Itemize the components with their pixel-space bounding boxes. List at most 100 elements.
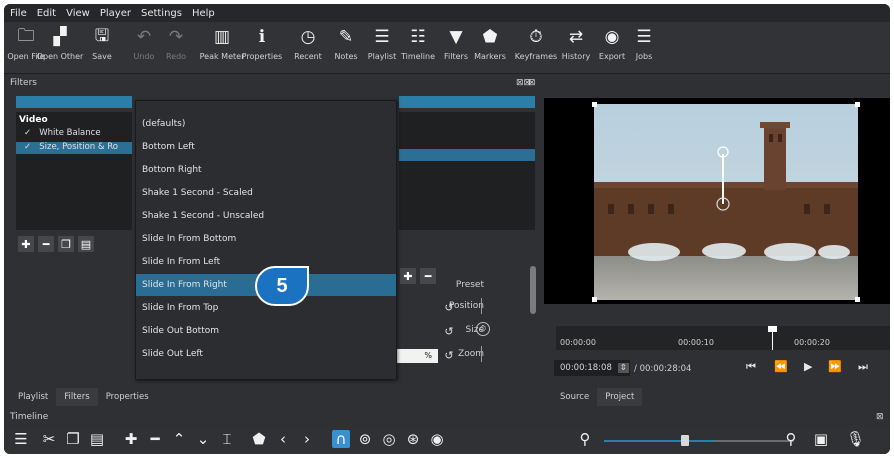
notes-icon: ✎ [338, 27, 354, 47]
resize-handle[interactable] [592, 102, 597, 107]
preview-float-icon[interactable]: ⊠ [528, 78, 536, 88]
copy-icon[interactable]: ❐ [64, 430, 82, 448]
preset-option[interactable]: Shake 1 Second - Unscaled [136, 205, 396, 227]
paste-filter-button[interactable]: ▤ [78, 236, 94, 252]
menu-edit[interactable]: Edit [37, 8, 56, 19]
zoom-in-icon[interactable]: ⚲ [782, 430, 800, 448]
menu-view[interactable]: View [66, 8, 90, 19]
player-ruler[interactable]: 00:00:00 00:00:10 00:00:20 [556, 326, 890, 350]
current-timecode-field[interactable]: 00:00:18:08 ⇕ [554, 360, 630, 376]
timeline-menu-icon[interactable]: ☰ [12, 430, 30, 448]
timeline-float-icon[interactable]: ⊠ [876, 412, 884, 422]
folder-icon: 🗀 [17, 25, 35, 46]
remove-filter-button[interactable]: ━ [38, 236, 54, 252]
clock-icon: ◷ [300, 27, 316, 47]
marker-icon[interactable]: ⬟ [250, 430, 268, 448]
resize-handle[interactable] [855, 297, 860, 302]
preset-option[interactable]: Slide Out Left [136, 343, 396, 365]
append-icon[interactable]: ✚ [122, 430, 140, 448]
left-panel-tabs: Playlist Filters Properties [10, 388, 157, 406]
jobs-icon: ☰ [636, 27, 652, 47]
snap-magnet-icon[interactable]: ∩ [332, 430, 350, 448]
tab-project[interactable]: Project [597, 388, 643, 406]
lift-icon[interactable]: ⌃ [170, 430, 188, 448]
reset-zoom-icon[interactable]: ↺ [442, 348, 456, 362]
menu-settings[interactable]: Settings [141, 8, 182, 19]
filter-row-white-balance[interactable]: ✓ White Balance [16, 128, 132, 140]
reset-position-icon[interactable]: ↺ [442, 300, 456, 314]
resize-handle[interactable] [592, 297, 597, 302]
reset-size-icon[interactable]: ↺ [442, 324, 456, 338]
paste-icon[interactable]: ▤ [88, 430, 106, 448]
resize-handle[interactable] [855, 102, 860, 107]
preset-option[interactable]: Bottom Right [136, 159, 396, 181]
ruler-tick-label: 00:00:20 [794, 338, 830, 347]
zoom-input[interactable]: % [396, 349, 438, 363]
record-audio-icon[interactable]: 🎙 [846, 430, 865, 448]
check-icon[interactable]: ✓ [24, 128, 31, 138]
tab-filters[interactable]: Filters [56, 388, 98, 406]
copy-filter-button[interactable]: ❐ [58, 236, 74, 252]
undo-icon: ↶ [136, 27, 152, 47]
preset-dropdown[interactable]: (defaults) Bottom Left Bottom Right Shake 1… [135, 100, 397, 380]
play-icon[interactable]: ▶ [804, 360, 812, 373]
filter-row-size-position[interactable]: ✓ Size, Position & Ro [16, 142, 132, 154]
right-panel-tabs: Source Project [552, 388, 643, 406]
toolbar-label: History [561, 52, 591, 61]
skip-next-icon[interactable]: ⏭ [858, 360, 868, 374]
preset-option[interactable]: Slide In From Bottom [136, 228, 396, 250]
toolbar-label: Properties [241, 52, 283, 61]
delete-preset-button[interactable]: ━ [420, 268, 436, 284]
toolbar-jobs-button[interactable]: ☰ Jobs [622, 22, 666, 74]
preset-option[interactable]: Bottom Left [136, 136, 396, 158]
tab-playlist[interactable]: Playlist [10, 388, 56, 406]
preset-option[interactable]: Slide Out Bottom [136, 320, 396, 342]
preset-option[interactable]: Shake 1 Second - Scaled [136, 182, 396, 204]
preset-option[interactable]: (defaults) [136, 113, 396, 135]
ripple-all-icon[interactable]: ⊛ [404, 430, 422, 448]
previous-marker-icon[interactable]: ‹ [274, 430, 292, 448]
remove-icon[interactable]: ━ [146, 430, 164, 448]
toolbar-label: Filters [444, 52, 468, 61]
next-marker-icon[interactable]: › [298, 430, 316, 448]
menu-file[interactable]: File [10, 8, 27, 19]
cut-icon[interactable]: ✂ [40, 430, 58, 448]
toolbar-properties-button[interactable]: ℹ Properties [240, 22, 284, 74]
toolbar-save-button[interactable]: 🖫 Save [80, 22, 124, 74]
zoom-out-icon[interactable]: ⚲ [576, 430, 594, 448]
toolbar-markers-button[interactable]: ⬟ Markers [468, 22, 512, 74]
toolbar-peak-meter-button[interactable]: ▥ Peak Meter [200, 22, 245, 74]
rewind-icon[interactable]: ⏪ [774, 360, 788, 373]
ripple-markers-icon[interactable]: ◉ [428, 430, 446, 448]
add-filter-button[interactable]: ✚ [18, 236, 34, 252]
tab-properties[interactable]: Properties [98, 388, 157, 406]
tab-source[interactable]: Source [552, 388, 597, 406]
ruler-tick-label: 00:00:10 [678, 338, 714, 347]
toolbar-redo-button[interactable]: ↷ Redo [154, 22, 198, 74]
app-window: File Edit View Player Settings Help 🗀 Ope… [4, 4, 890, 454]
playhead-head[interactable] [768, 326, 777, 332]
overwrite-icon[interactable]: ⌄ [194, 430, 212, 448]
toolbar-open-other-button[interactable]: ▞ Open Other [37, 22, 84, 74]
menu-help[interactable]: Help [192, 8, 215, 19]
fast-forward-icon[interactable]: ⏩ [828, 360, 842, 373]
export-icon: ◉ [604, 27, 620, 47]
redo-icon: ↷ [168, 27, 184, 47]
skip-previous-icon[interactable]: ⏮ [746, 360, 756, 374]
zoom-slider-handle[interactable] [681, 435, 689, 446]
split-icon[interactable]: ⌶ [218, 430, 236, 448]
properties-scrollbar[interactable] [530, 266, 536, 314]
scrub-icon[interactable]: ⊚ [356, 430, 374, 448]
save-preset-button[interactable]: ✚ [400, 268, 416, 284]
zoom-fit-icon[interactable]: ▣ [812, 430, 830, 448]
filter-label: Size, Position & Ro [39, 142, 118, 152]
ripple-icon[interactable]: ◎ [380, 430, 398, 448]
check-icon[interactable]: ✓ [24, 142, 31, 152]
marker-icon: ⬟ [482, 27, 498, 47]
toolbar-keyframes-button[interactable]: ⏱ Keyframes [514, 22, 558, 74]
menu-player[interactable]: Player [100, 8, 131, 19]
keyframe-stopwatch-icon[interactable]: ⏱ [476, 322, 490, 336]
filter-list-right-part [399, 112, 535, 230]
timecode-spinner-icon[interactable]: ⇕ [617, 363, 629, 373]
menu-bar: File Edit View Player Settings Help [4, 4, 890, 22]
